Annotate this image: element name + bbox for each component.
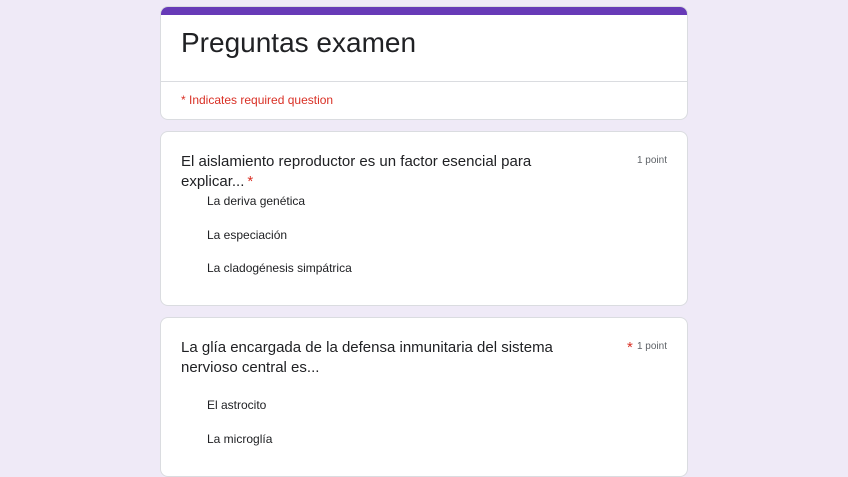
options-list: La deriva genética La especiación La cla… [207,194,352,295]
header-divider [161,81,687,82]
option-label: La especiación [207,227,288,242]
option-la-cladogenesis-simpatrica[interactable]: La cladogénesis simpátrica [207,261,352,295]
option-la-microglia[interactable]: La microglía [207,432,272,466]
option-label: La microglía [207,431,273,446]
options-list: El astrocito La microglía [207,398,272,465]
required-note: * Indicates required question [181,93,334,107]
option-label: La cladogénesis simpátrica [207,261,352,275]
question-points: 1 point [636,341,667,352]
question-card-1: El aislamiento reproductor es un factor … [160,131,688,306]
header-accent-bar [161,7,687,15]
required-asterisk: * [247,173,254,190]
question-text: La glía encargada de la defensa inmunita… [181,339,553,376]
form-title: Preguntas examen [181,27,417,58]
form-container: Preguntas examen * Indicates required qu… [160,6,688,477]
option-label: El astrocito [207,398,267,412]
question-title: El aislamiento reproductor es un factor … [181,152,601,192]
option-la-deriva-genetica[interactable]: La deriva genética [207,194,352,228]
option-el-astrocito[interactable]: El astrocito [207,398,272,432]
question-text: El aislamiento reproductor es un factor … [181,153,532,190]
option-la-especiacion[interactable]: La especiación [207,228,352,262]
question-points: 1 point [636,155,667,166]
question-card-2: La glía encargada de la defensa inmunita… [160,317,688,477]
question-title: La glía encargada de la defensa inmunita… [181,338,601,378]
option-label: La deriva genética [207,194,306,208]
required-asterisk: * [627,339,633,356]
form-header-card: Preguntas examen * Indicates required qu… [160,6,688,120]
